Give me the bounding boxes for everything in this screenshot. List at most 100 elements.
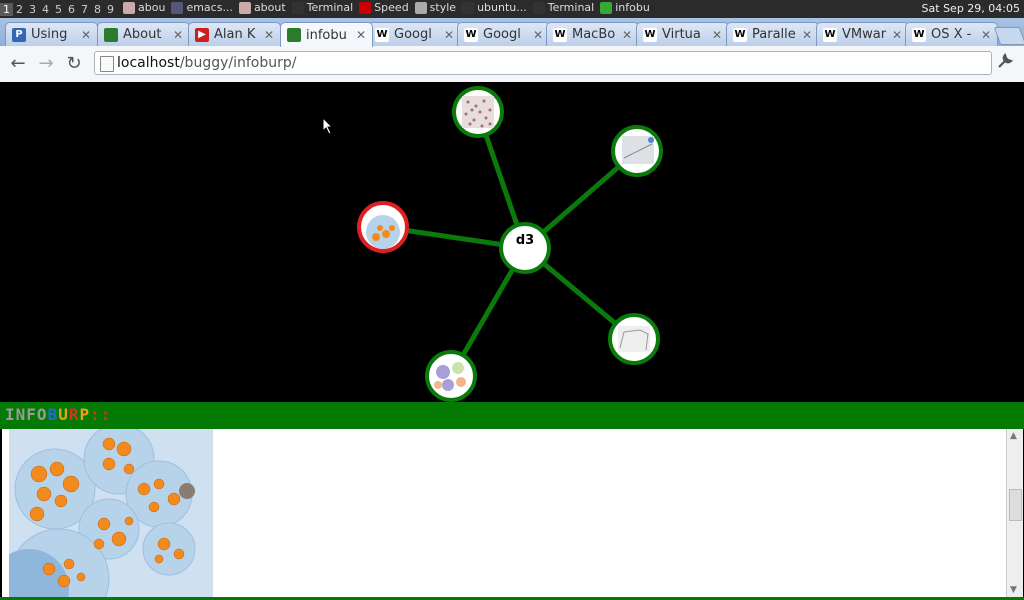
graph-node-circles[interactable] xyxy=(425,350,477,402)
workspace-1[interactable]: 1 xyxy=(0,2,13,16)
tab-title: Googl xyxy=(483,27,521,42)
tab-close-icon[interactable]: ✕ xyxy=(711,28,723,42)
tab-title: Googl xyxy=(394,27,432,42)
workspace-8[interactable]: 8 xyxy=(91,3,104,16)
task-label: emacs... xyxy=(186,1,233,15)
tab-title: OS X - xyxy=(931,27,972,42)
task-item[interactable]: about xyxy=(238,1,286,15)
tab-close-icon[interactable]: ✕ xyxy=(980,28,992,42)
task-item[interactable]: ubuntu... xyxy=(462,1,527,14)
task-list: abou emacs... about Terminal Speed style ubunt… xyxy=(117,1,650,17)
app-icon xyxy=(359,1,372,14)
wrench-menu-icon[interactable] xyxy=(996,52,1014,74)
tab-favicon-icon: W xyxy=(823,27,837,42)
workspace-4[interactable]: 4 xyxy=(39,3,52,16)
tab-close-icon[interactable]: ✕ xyxy=(263,28,275,42)
tab-close-icon[interactable]: ✕ xyxy=(443,28,455,42)
browser-tab[interactable]: infobu ✕ xyxy=(280,22,373,47)
app-icon xyxy=(414,1,427,14)
browser-tab[interactable]: W Virtua ✕ xyxy=(636,22,729,46)
tab-title: Virtua xyxy=(662,27,701,42)
tab-title: Alan K xyxy=(214,27,256,42)
logo-letter: R xyxy=(68,405,80,424)
task-item[interactable]: Terminal xyxy=(532,1,595,15)
address-bar[interactable]: localhost/buggy/infoburp/ ☆ xyxy=(94,51,992,75)
tab-favicon-icon: W xyxy=(643,27,657,42)
tab-favicon-icon: W xyxy=(375,27,389,42)
task-label: style xyxy=(429,1,457,15)
logo-letter: U xyxy=(58,405,69,424)
task-label: abou xyxy=(138,1,166,15)
app-icon xyxy=(462,1,475,14)
browser-tab[interactable]: W VMwar ✕ xyxy=(816,22,909,46)
tab-title: VMwar xyxy=(842,27,887,42)
browser-tab[interactable]: W Paralle ✕ xyxy=(726,22,819,46)
task-item[interactable]: infobu xyxy=(600,1,650,14)
workspace-2[interactable]: 2 xyxy=(13,3,26,16)
page-icon xyxy=(100,56,114,72)
browser-tab[interactable]: W OS X - ✕ xyxy=(905,22,998,46)
back-button[interactable]: ← xyxy=(8,54,28,74)
panel-scrollbar[interactable]: ▲ ▼ xyxy=(1006,429,1023,597)
reload-button[interactable]: ↻ xyxy=(64,54,84,74)
task-label: ubuntu... xyxy=(477,1,527,15)
tab-favicon-icon: P xyxy=(12,27,26,42)
bubble-pack-thumbnail[interactable] xyxy=(9,429,229,597)
browser-tab[interactable]: W Googl ✕ xyxy=(457,22,550,46)
graph-visualization[interactable]: d3 xyxy=(0,82,1024,402)
graph-node-sketch[interactable] xyxy=(608,313,660,365)
app-icon xyxy=(171,1,184,14)
scroll-up-icon[interactable]: ▲ xyxy=(1010,431,1017,441)
browser-tab[interactable]: W Googl ✕ xyxy=(368,22,461,46)
browser-tab[interactable]: About ✕ xyxy=(97,22,190,46)
tab-close-icon[interactable]: ✕ xyxy=(80,28,92,42)
tab-title: Paralle xyxy=(752,27,796,42)
tab-close-icon[interactable]: ✕ xyxy=(355,28,367,42)
tab-close-icon[interactable]: ✕ xyxy=(801,28,813,42)
graph-node-chart[interactable] xyxy=(611,125,663,177)
workspace-6[interactable]: 6 xyxy=(65,3,78,16)
tab-close-icon[interactable]: ✕ xyxy=(532,28,544,42)
system-clock: Sat Sep 29, 04:05 xyxy=(921,2,1020,15)
workspace-9[interactable]: 9 xyxy=(104,3,117,16)
forward-button[interactable]: → xyxy=(36,54,56,74)
logo-letter: B xyxy=(47,405,59,424)
tab-favicon-icon: W xyxy=(464,27,478,42)
task-item[interactable]: Speed xyxy=(359,1,409,15)
task-label: Terminal xyxy=(547,1,595,15)
graph-node-bubbles-selected[interactable] xyxy=(357,201,409,253)
address-host: localhost xyxy=(117,55,180,71)
task-label: Speed xyxy=(374,1,409,15)
workspace-3[interactable]: 3 xyxy=(26,3,39,16)
workspace-5[interactable]: 5 xyxy=(52,3,65,16)
scroll-down-icon[interactable]: ▼ xyxy=(1010,585,1017,595)
workspace-7[interactable]: 7 xyxy=(78,3,91,16)
workspace-switcher[interactable]: 123456789 xyxy=(0,2,117,16)
tab-close-icon[interactable]: ✕ xyxy=(621,28,633,42)
address-path: /buggy/infoburp/ xyxy=(179,55,297,71)
tab-close-icon[interactable]: ✕ xyxy=(891,28,903,42)
tab-favicon-icon: W xyxy=(553,27,567,42)
app-icon xyxy=(123,1,135,14)
browser-tab[interactable]: P Using ✕ xyxy=(5,22,98,46)
task-item[interactable]: style xyxy=(414,1,457,15)
tab-favicon-icon xyxy=(287,28,301,42)
browser-tab[interactable]: W MacBo ✕ xyxy=(546,22,639,46)
task-item[interactable]: abou xyxy=(123,1,165,14)
content-panel xyxy=(2,429,1006,597)
browser-tab[interactable]: ▶ Alan K ✕ xyxy=(188,22,281,46)
task-item[interactable]: Terminal xyxy=(291,1,353,14)
scroll-thumb[interactable] xyxy=(1009,489,1022,521)
task-label: about xyxy=(253,1,286,15)
app-icon xyxy=(238,1,251,14)
tab-close-icon[interactable]: ✕ xyxy=(172,28,184,42)
center-node-label: d3 xyxy=(516,233,534,248)
graph-node-center[interactable]: d3 xyxy=(499,222,551,274)
system-taskbar: 123456789 abou emacs... about Terminal Speed… xyxy=(0,0,1024,18)
graph-node-texture[interactable] xyxy=(452,86,504,138)
tab-favicon-icon xyxy=(104,27,118,42)
logo-letter: F xyxy=(26,405,37,424)
task-item[interactable]: emacs... xyxy=(171,1,233,14)
tab-title: About xyxy=(123,27,162,42)
new-tab-button[interactable] xyxy=(993,27,1024,45)
